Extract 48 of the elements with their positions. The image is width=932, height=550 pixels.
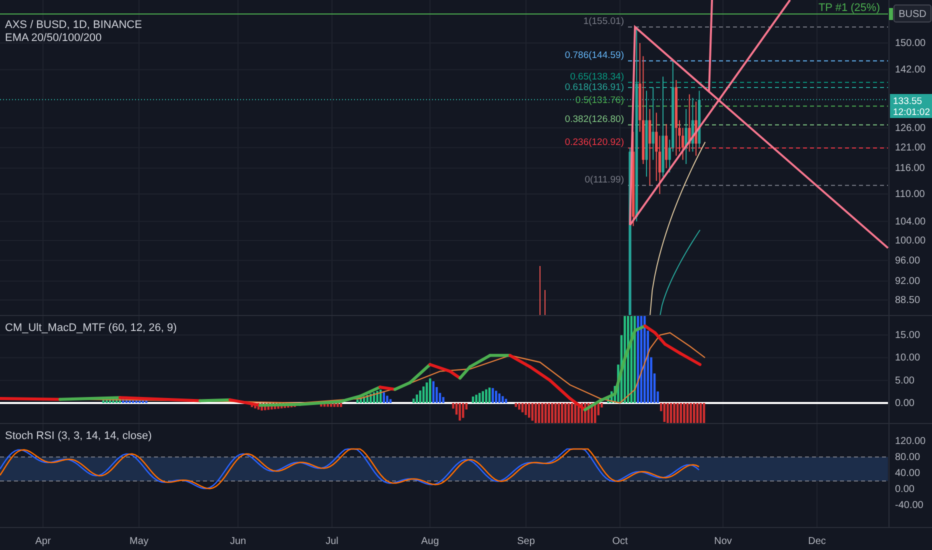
- price-axis-label: 116.00: [895, 163, 925, 174]
- time-axis-label: Nov: [714, 536, 732, 547]
- stoch-title: Stoch RSI (3, 3, 14, 14, close): [5, 430, 152, 442]
- fib-level-label: 0.65(138.34): [570, 71, 624, 82]
- macd-axis-label: 15.00: [895, 330, 920, 342]
- time-axis-label: Sep: [517, 536, 535, 547]
- target-label: TP #1 (25%): [818, 2, 880, 14]
- macd-title: CM_Ult_MacD_MTF (60, 12, 26, 9): [5, 322, 177, 334]
- last-price-label: 133.55: [893, 96, 922, 107]
- fib-level-label: 0(111.99): [584, 174, 624, 186]
- time-axis-label: Jul: [326, 536, 338, 547]
- currency-label: BUSD: [898, 9, 926, 20]
- price-axis-label: 126.00: [895, 122, 926, 134]
- macd-axis-label: 10.00: [895, 352, 920, 364]
- time-axis-label: May: [130, 536, 148, 547]
- time-axis-label: Oct: [612, 536, 628, 547]
- price-axis-label: 121.00: [895, 142, 926, 154]
- price-axis-label: 92.00: [895, 276, 920, 288]
- indicator-label: EMA 20/50/100/200: [5, 32, 102, 44]
- price-axis-label: 150.00: [895, 38, 926, 49]
- macd-axis-label: 0.00: [895, 398, 914, 409]
- fib-level-label: 0.236(120.92): [564, 136, 624, 148]
- stoch-axis-label: -40.00: [895, 500, 924, 511]
- time-axis-label: Apr: [35, 536, 51, 547]
- fib-level-label: 0.382(126.80): [564, 114, 624, 125]
- symbol-title: AXS / BUSD, 1D, BINANCE: [5, 19, 142, 31]
- price-axis-label: 88.50: [895, 294, 920, 306]
- stoch-axis-label: 40.00: [895, 468, 920, 479]
- stoch-axis-label: 80.00: [895, 452, 920, 463]
- time-axis-label: Aug: [421, 536, 439, 547]
- tp-price-marker: [889, 8, 893, 20]
- volume-wick-drawing: [540, 266, 546, 316]
- macd-axis-label: 5.00: [895, 375, 914, 386]
- fib-level-label: 0.618(136.91): [564, 82, 624, 93]
- fib-level-label: 0.5(131.76): [575, 95, 624, 106]
- time-axis-label: Dec: [808, 536, 826, 547]
- price-axis-label: 142.00: [895, 64, 926, 76]
- fib-level-label: 0.786(144.59): [564, 50, 624, 61]
- countdown-label: 12:01:02: [893, 107, 930, 118]
- stoch-axis-label: 0.00: [895, 484, 914, 495]
- time-axis-label: Jun: [230, 536, 246, 547]
- price-axis-label: 96.00: [895, 255, 920, 266]
- price-axis-label: 100.00: [895, 235, 926, 246]
- price-axis-label: 104.00: [895, 216, 926, 228]
- price-axis-label: 110.00: [895, 189, 925, 200]
- stoch-axis-label: 120.00: [895, 436, 926, 447]
- last-price-badge: [890, 94, 932, 118]
- fib-level-label: 1(155.01): [583, 16, 624, 27]
